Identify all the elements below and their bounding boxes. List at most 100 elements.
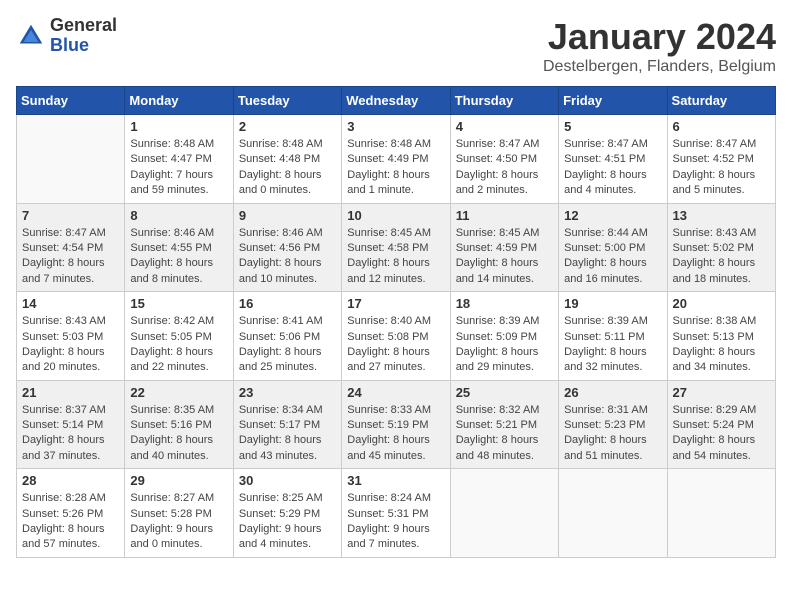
day-number: 2 [239, 119, 336, 134]
day-info: Sunrise: 8:32 AMSunset: 5:21 PMDaylight:… [456, 403, 553, 465]
calendar-week-3: 14 Sunrise: 8:43 AMSunset: 5:03 PMDayligh… [17, 292, 776, 381]
day-info: Sunrise: 8:31 AMSunset: 5:23 PMDaylight:… [564, 403, 661, 465]
calendar-cell-w5-d4: 31 Sunrise: 8:24 AMSunset: 5:31 PMDayligh… [342, 469, 450, 558]
day-number: 5 [564, 119, 661, 134]
day-number: 30 [239, 473, 336, 488]
calendar-cell-w2-d7: 13 Sunrise: 8:43 AMSunset: 5:02 PMDayligh… [667, 203, 775, 292]
day-info: Sunrise: 8:38 AMSunset: 5:13 PMDaylight:… [673, 314, 770, 376]
calendar-cell-w3-d4: 17 Sunrise: 8:40 AMSunset: 5:08 PMDayligh… [342, 292, 450, 381]
calendar-cell-w5-d7 [667, 469, 775, 558]
calendar-cell-w4-d2: 22 Sunrise: 8:35 AMSunset: 5:16 PMDayligh… [125, 380, 233, 469]
calendar-cell-w4-d1: 21 Sunrise: 8:37 AMSunset: 5:14 PMDayligh… [17, 380, 125, 469]
day-number: 24 [347, 385, 444, 400]
calendar-header-row: Sunday Monday Tuesday Wednesday Thursday… [17, 87, 776, 115]
day-info: Sunrise: 8:48 AMSunset: 4:47 PMDaylight:… [130, 137, 227, 199]
day-info: Sunrise: 8:46 AMSunset: 4:56 PMDaylight:… [239, 226, 336, 288]
header-friday: Friday [559, 87, 667, 115]
day-info: Sunrise: 8:43 AMSunset: 5:02 PMDaylight:… [673, 226, 770, 288]
day-number: 16 [239, 296, 336, 311]
calendar-cell-w1-d7: 6 Sunrise: 8:47 AMSunset: 4:52 PMDaylight… [667, 115, 775, 204]
calendar-cell-w3-d6: 19 Sunrise: 8:39 AMSunset: 5:11 PMDayligh… [559, 292, 667, 381]
day-info: Sunrise: 8:37 AMSunset: 5:14 PMDaylight:… [22, 403, 119, 465]
day-info: Sunrise: 8:40 AMSunset: 5:08 PMDaylight:… [347, 314, 444, 376]
calendar-week-5: 28 Sunrise: 8:28 AMSunset: 5:26 PMDayligh… [17, 469, 776, 558]
day-info: Sunrise: 8:35 AMSunset: 5:16 PMDaylight:… [130, 403, 227, 465]
calendar-cell-w5-d2: 29Sunrise: 8:27 AMSunset: 5:28 PMDayligh… [125, 469, 233, 558]
calendar-cell-w5-d6 [559, 469, 667, 558]
day-number: 17 [347, 296, 444, 311]
header-thursday: Thursday [450, 87, 558, 115]
calendar-cell-w3-d1: 14 Sunrise: 8:43 AMSunset: 5:03 PMDayligh… [17, 292, 125, 381]
day-info: Sunrise: 8:25 AMSunset: 5:29 PMDaylight:… [239, 491, 336, 553]
day-info: Sunrise: 8:28 AMSunset: 5:26 PMDaylight:… [22, 491, 119, 553]
calendar-cell-w4-d4: 24 Sunrise: 8:33 AMSunset: 5:19 PMDayligh… [342, 380, 450, 469]
day-number: 22 [130, 385, 227, 400]
calendar-week-1: 1 Sunrise: 8:48 AMSunset: 4:47 PMDaylight… [17, 115, 776, 204]
day-info: Sunrise: 8:45 AMSunset: 4:58 PMDaylight:… [347, 226, 444, 288]
day-info: Sunrise: 8:48 AMSunset: 4:48 PMDaylight:… [239, 137, 336, 199]
calendar-cell-w1-d2: 1 Sunrise: 8:48 AMSunset: 4:47 PMDaylight… [125, 115, 233, 204]
calendar-cell-w5-d5 [450, 469, 558, 558]
day-number: 9 [239, 208, 336, 223]
month-title: January 2024 [543, 16, 776, 58]
day-info: Sunrise: 8:47 AMSunset: 4:54 PMDaylight:… [22, 226, 119, 288]
calendar-cell-w4-d6: 26 Sunrise: 8:31 AMSunset: 5:23 PMDayligh… [559, 380, 667, 469]
day-info: Sunrise: 8:45 AMSunset: 4:59 PMDaylight:… [456, 226, 553, 288]
day-number: 6 [673, 119, 770, 134]
day-number: 19 [564, 296, 661, 311]
calendar-cell-w2-d6: 12 Sunrise: 8:44 AMSunset: 5:00 PMDayligh… [559, 203, 667, 292]
day-info: Sunrise: 8:42 AMSunset: 5:05 PMDaylight:… [130, 314, 227, 376]
day-info: Sunrise: 8:24 AMSunset: 5:31 PMDaylight:… [347, 491, 444, 553]
day-info: Sunrise: 8:33 AMSunset: 5:19 PMDaylight:… [347, 403, 444, 465]
calendar-cell-w3-d2: 15 Sunrise: 8:42 AMSunset: 5:05 PMDayligh… [125, 292, 233, 381]
day-number: 4 [456, 119, 553, 134]
calendar-cell-w2-d2: 8 Sunrise: 8:46 AMSunset: 4:55 PMDaylight… [125, 203, 233, 292]
header-wednesday: Wednesday [342, 87, 450, 115]
header-monday: Monday [125, 87, 233, 115]
calendar-cell-w2-d3: 9 Sunrise: 8:46 AMSunset: 4:56 PMDaylight… [233, 203, 341, 292]
header-saturday: Saturday [667, 87, 775, 115]
day-info: Sunrise: 8:41 AMSunset: 5:06 PMDaylight:… [239, 314, 336, 376]
day-number: 21 [22, 385, 119, 400]
day-info: Sunrise: 8:39 AMSunset: 5:11 PMDaylight:… [564, 314, 661, 376]
calendar-cell-w3-d5: 18Sunrise: 8:39 AMSunset: 5:09 PMDayligh… [450, 292, 558, 381]
logo-general-text: General [50, 16, 117, 36]
day-number: 28 [22, 473, 119, 488]
calendar: Sunday Monday Tuesday Wednesday Thursday… [16, 86, 776, 558]
day-number: 10 [347, 208, 444, 223]
logo: General Blue [16, 16, 117, 56]
day-number: 31 [347, 473, 444, 488]
header-tuesday: Tuesday [233, 87, 341, 115]
day-number: 26 [564, 385, 661, 400]
day-number: 20 [673, 296, 770, 311]
day-number: 1 [130, 119, 227, 134]
day-info: Sunrise: 8:44 AMSunset: 5:00 PMDaylight:… [564, 226, 661, 288]
calendar-cell-w4-d5: 25Sunrise: 8:32 AMSunset: 5:21 PMDayligh… [450, 380, 558, 469]
calendar-cell-w4-d7: 27Sunrise: 8:29 AMSunset: 5:24 PMDayligh… [667, 380, 775, 469]
location-title: Destelbergen, Flanders, Belgium [543, 58, 776, 76]
header-sunday: Sunday [17, 87, 125, 115]
calendar-cell-w3-d3: 16 Sunrise: 8:41 AMSunset: 5:06 PMDayligh… [233, 292, 341, 381]
calendar-cell-w1-d1 [17, 115, 125, 204]
calendar-cell-w5-d1: 28 Sunrise: 8:28 AMSunset: 5:26 PMDayligh… [17, 469, 125, 558]
day-number: 7 [22, 208, 119, 223]
day-number: 13 [673, 208, 770, 223]
calendar-cell-w5-d3: 30 Sunrise: 8:25 AMSunset: 5:29 PMDayligh… [233, 469, 341, 558]
day-number: 29 [130, 473, 227, 488]
day-number: 12 [564, 208, 661, 223]
calendar-week-4: 21 Sunrise: 8:37 AMSunset: 5:14 PMDayligh… [17, 380, 776, 469]
day-number: 23 [239, 385, 336, 400]
day-info: Sunrise: 8:46 AMSunset: 4:55 PMDaylight:… [130, 226, 227, 288]
calendar-cell-w1-d3: 2 Sunrise: 8:48 AMSunset: 4:48 PMDaylight… [233, 115, 341, 204]
calendar-cell-w2-d1: 7 Sunrise: 8:47 AMSunset: 4:54 PMDaylight… [17, 203, 125, 292]
day-info: Sunrise: 8:43 AMSunset: 5:03 PMDaylight:… [22, 314, 119, 376]
header: General Blue January 2024 Destelbergen, … [16, 16, 776, 76]
day-number: 15 [130, 296, 227, 311]
calendar-cell-w1-d6: 5 Sunrise: 8:47 AMSunset: 4:51 PMDaylight… [559, 115, 667, 204]
calendar-cell-w3-d7: 20 Sunrise: 8:38 AMSunset: 5:13 PMDayligh… [667, 292, 775, 381]
day-info: Sunrise: 8:47 AMSunset: 4:52 PMDaylight:… [673, 137, 770, 199]
day-number: 8 [130, 208, 227, 223]
day-info: Sunrise: 8:47 AMSunset: 4:51 PMDaylight:… [564, 137, 661, 199]
day-number: 14 [22, 296, 119, 311]
calendar-cell-w4-d3: 23Sunrise: 8:34 AMSunset: 5:17 PMDayligh… [233, 380, 341, 469]
